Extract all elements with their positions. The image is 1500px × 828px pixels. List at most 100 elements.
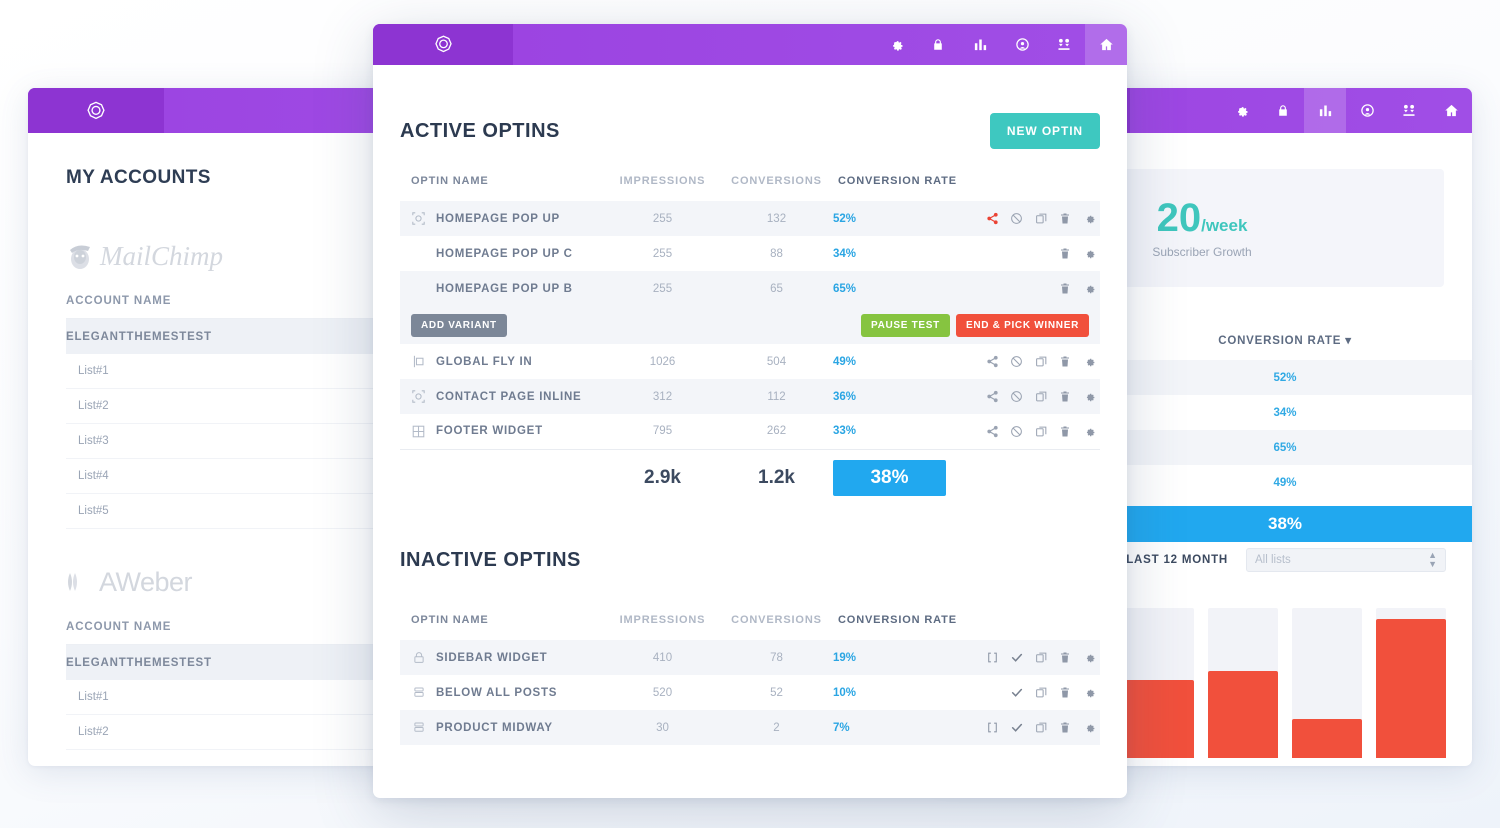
nav-analytics[interactable]	[1304, 88, 1346, 133]
table-row[interactable]: BELOW ALL POSTS 520 52 10%	[400, 675, 1100, 710]
gear-icon[interactable]	[1079, 719, 1100, 737]
gear-icon[interactable]	[1079, 649, 1100, 667]
table-row[interactable]: PRODUCT MIDWAY 30 2 7%	[400, 710, 1100, 745]
table-header-row: OPTIN NAME IMPRESSIONS CONVERSIONS CONVE…	[400, 175, 1100, 201]
gear-icon[interactable]	[1079, 353, 1100, 371]
app-logo[interactable]	[373, 24, 513, 65]
nav-subscribers[interactable]	[1043, 24, 1085, 65]
mailchimp-monkey-icon	[70, 245, 90, 269]
optin-conversion-rate: 65%	[833, 271, 968, 306]
list-name: List#1	[78, 365, 109, 377]
end-pick-winner-button[interactable]: END & PICK WINNER	[955, 313, 1089, 337]
activate-check-icon[interactable]	[1006, 719, 1027, 737]
share-icon[interactable]	[982, 210, 1003, 228]
trash-icon[interactable]	[1055, 719, 1076, 737]
duplicate-icon[interactable]	[1031, 388, 1052, 406]
mailchimp-wordmark: MailChimp	[100, 240, 224, 271]
help-circle-icon	[1015, 38, 1029, 51]
optin-impressions: 312	[605, 379, 720, 414]
nav-settings[interactable]	[1220, 88, 1262, 133]
nav-security[interactable]	[1262, 88, 1304, 133]
sort-desc-icon[interactable]: ▾	[1345, 335, 1352, 347]
table-row[interactable]: HOMEPAGE POP UP C 255 88 34%	[400, 236, 1100, 271]
lightbox-popup-icon	[411, 211, 426, 226]
app-logo[interactable]	[28, 88, 164, 133]
optin-name-cell: GLOBAL FLY IN	[411, 354, 605, 369]
activate-check-icon[interactable]	[1006, 649, 1027, 667]
nav-home[interactable]	[1430, 88, 1472, 133]
duplicate-icon[interactable]	[1031, 684, 1052, 702]
trash-icon[interactable]	[1055, 245, 1076, 263]
total-conversions: 1.2k	[758, 467, 795, 489]
gear-icon[interactable]	[1079, 245, 1100, 263]
new-optin-button[interactable]: NEW OPTIN	[989, 113, 1100, 149]
table-row[interactable]: SIDEBAR WIDGET 410 78 19%	[400, 640, 1100, 675]
optin-name-cell: HOMEPAGE POP UP	[411, 211, 605, 226]
nav-help[interactable]	[1346, 88, 1388, 133]
filter-last-12-month[interactable]: LAST 12 MONTH	[1126, 554, 1228, 566]
disable-icon[interactable]	[1006, 353, 1027, 371]
nav-help[interactable]	[1001, 24, 1043, 65]
nav-settings[interactable]	[875, 24, 917, 65]
optin-conversion-rate: 49%	[833, 355, 857, 368]
duplicate-icon[interactable]	[1031, 210, 1052, 228]
gear-icon[interactable]	[1079, 210, 1100, 228]
share-icon[interactable]	[982, 388, 1003, 406]
total-impressions: 2.9k	[644, 467, 681, 489]
trash-icon[interactable]	[1055, 210, 1076, 228]
share-icon[interactable]	[982, 422, 1003, 440]
disable-icon[interactable]	[1006, 210, 1027, 228]
trash-icon[interactable]	[1055, 649, 1076, 667]
chart-bar	[1376, 608, 1446, 758]
nav-subscribers[interactable]	[1388, 88, 1430, 133]
column-actions	[968, 614, 1100, 640]
duplicate-icon[interactable]	[1031, 719, 1052, 737]
optin-impressions: 255	[652, 247, 673, 260]
trash-icon[interactable]	[1055, 684, 1076, 702]
disable-icon[interactable]	[1006, 388, 1027, 406]
table-row[interactable]: CONTACT PAGE INLINE 312 112 36%	[400, 379, 1100, 414]
add-variant-button[interactable]: ADD VARIANT	[411, 313, 507, 337]
bar-chart-icon	[1319, 105, 1331, 117]
duplicate-icon[interactable]	[1031, 649, 1052, 667]
optin-name-cell: CONTACT PAGE INLINE	[411, 389, 605, 404]
activate-check-icon[interactable]	[1006, 684, 1027, 702]
duplicate-icon[interactable]	[1031, 353, 1052, 371]
gear-icon[interactable]	[1079, 388, 1100, 406]
trash-icon[interactable]	[1055, 422, 1076, 440]
trash-icon[interactable]	[1055, 353, 1076, 371]
table-row[interactable]: GLOBAL FLY IN 1026 504 49%	[400, 344, 1100, 379]
active-optins-header: ACTIVE OPTINS NEW OPTIN	[400, 65, 1100, 149]
column-optin-name: OPTIN NAME	[411, 175, 489, 187]
share-icon[interactable]	[982, 353, 1003, 371]
navbar-spacer	[513, 24, 875, 65]
table-row[interactable]: FOOTER WIDGET 795 262 33%	[400, 414, 1100, 449]
table-head: OPTIN NAME IMPRESSIONS CONVERSIONS CONVE…	[400, 175, 1100, 201]
column-conversion-rate-label: CONVERSION RATE	[1218, 335, 1342, 347]
page-title: ACTIVE OPTINS	[400, 119, 560, 142]
ab-test-controls-row: ADD VARIANT PAUSE TEST END & PICK WINNER	[400, 306, 1100, 344]
gear-icon[interactable]	[1079, 684, 1100, 702]
shortcode-icon[interactable]	[982, 719, 1003, 737]
table-row[interactable]: HOMEPAGE POP UP 255 132 52%	[400, 201, 1100, 236]
optin-name-cell: PRODUCT MIDWAY	[411, 720, 605, 735]
optin-conversions: 112	[720, 379, 833, 414]
list-name: List#1	[78, 691, 109, 703]
table-row[interactable]: HOMEPAGE POP UP B 255 65 65%	[400, 271, 1100, 306]
nav-security[interactable]	[917, 24, 959, 65]
column-conversion-rate[interactable]: CONVERSION RATE ▾	[1122, 333, 1448, 347]
pause-test-button[interactable]: PAUSE TEST	[860, 313, 950, 337]
list-select[interactable]: All lists ▲ ▼	[1246, 548, 1446, 572]
duplicate-icon[interactable]	[1031, 422, 1052, 440]
nav-home[interactable]	[1085, 24, 1127, 65]
optin-conversion-rate: 7%	[833, 710, 968, 745]
gear-icon[interactable]	[1079, 280, 1100, 298]
shortcode-icon[interactable]	[982, 649, 1003, 667]
stat-unit: /week	[1201, 215, 1248, 235]
chevron-updown-icon: ▲ ▼	[1428, 550, 1437, 569]
nav-analytics[interactable]	[959, 24, 1001, 65]
gear-icon[interactable]	[1079, 422, 1100, 440]
disable-icon[interactable]	[1006, 422, 1027, 440]
trash-icon[interactable]	[1055, 280, 1076, 298]
trash-icon[interactable]	[1055, 388, 1076, 406]
